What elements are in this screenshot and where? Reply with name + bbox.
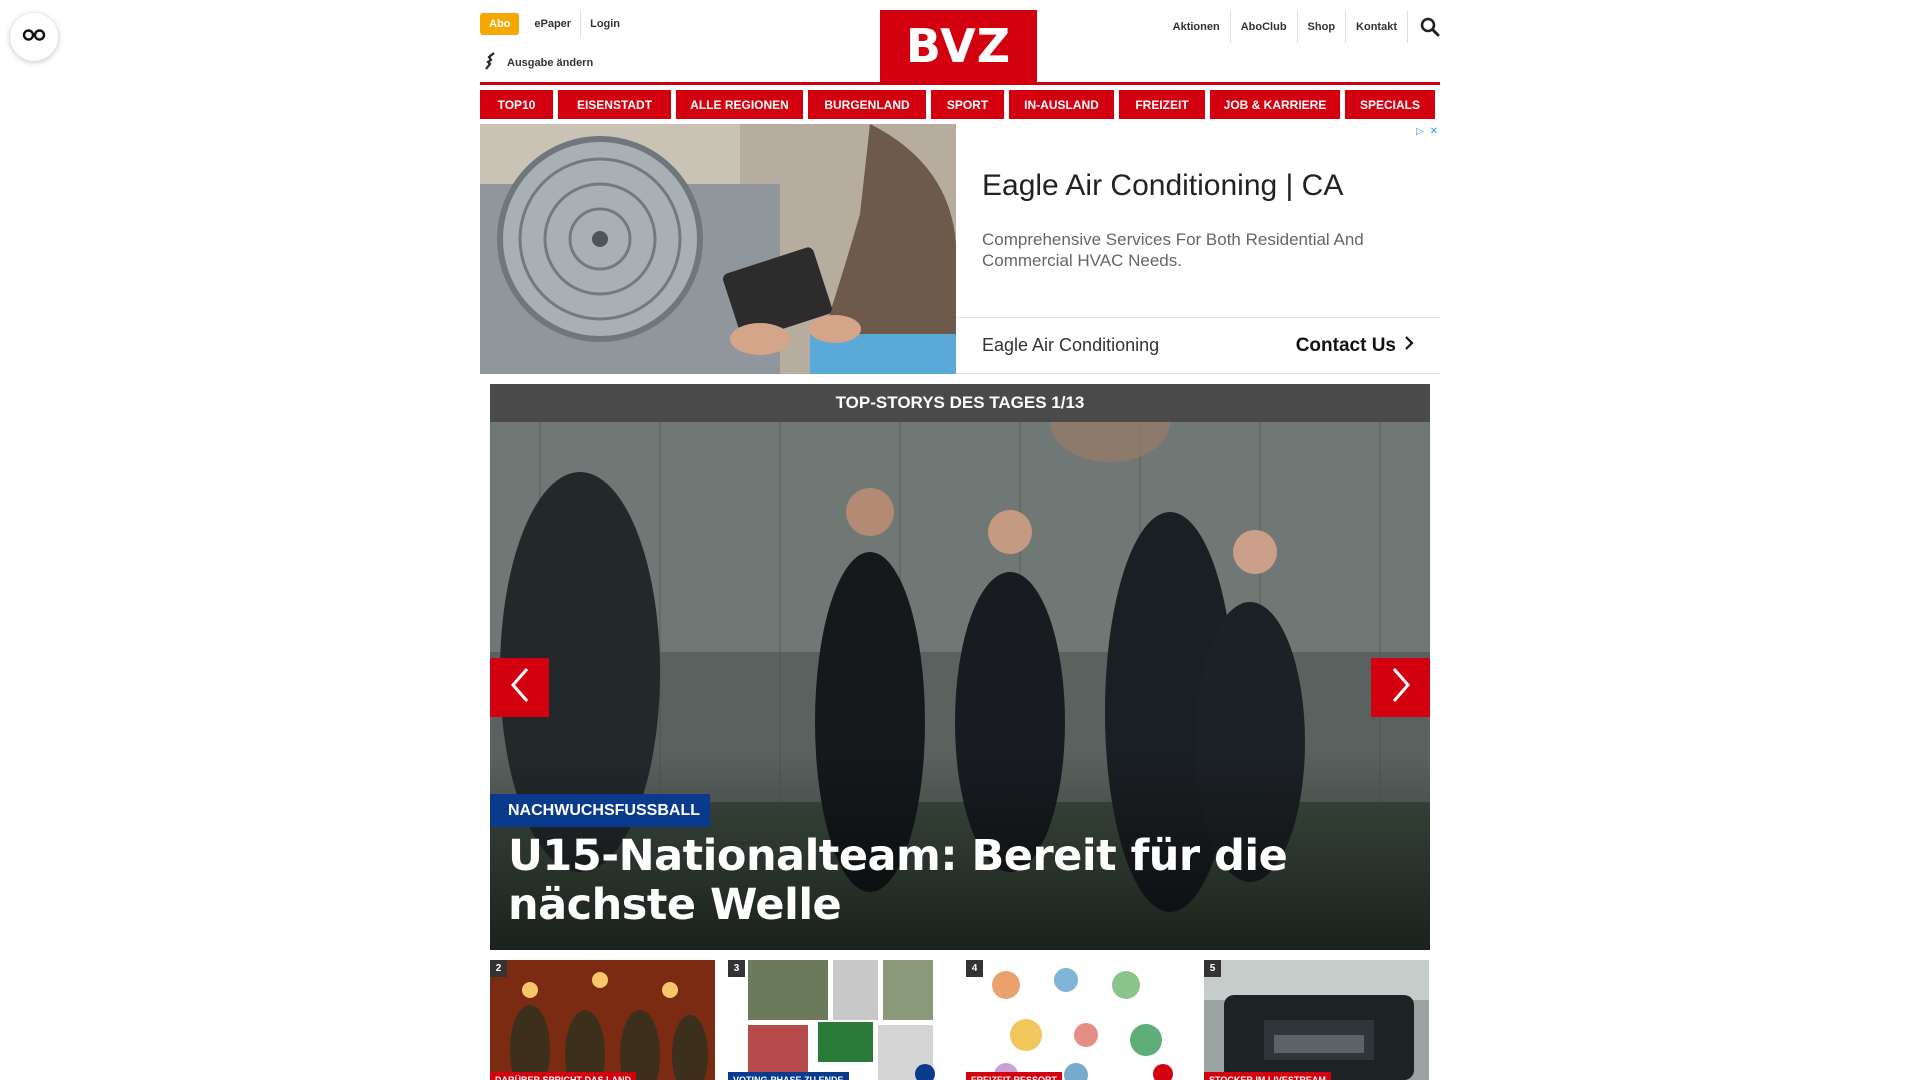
ad-choices[interactable]: ▷ ✕ [1414, 124, 1440, 138]
ad-image [480, 124, 956, 374]
top-stories: TOP-STORYS DES TAGES 1/13 NACHWUCHSFUSSB… [490, 384, 1430, 1080]
ad-info-icon[interactable]: ▷ [1414, 124, 1426, 138]
thumb-number: 4 [966, 960, 983, 977]
ad-banner[interactable]: ▷ ✕ Eagle Air Conditioning | CA Comprehe… [480, 124, 1440, 374]
site-logo[interactable]: BVZ [880, 10, 1037, 82]
nav-top10[interactable]: TOP10 [480, 90, 553, 119]
nav-burgenland[interactable]: BURGENLAND [808, 90, 926, 119]
edition-switch[interactable]: Ausgabe ändern [485, 52, 593, 73]
nav-eisenstadt[interactable]: EISENSTADT [558, 90, 671, 119]
thumb-image [1204, 960, 1429, 1080]
page-container: Abo ePaper Login Ausgabe ändern BVZ Akti… [480, 0, 1440, 1080]
story-thumb-3[interactable]: 3 VOTING-PHASE ZU ENDE [728, 960, 953, 1080]
thumb-label: VOTING-PHASE ZU ENDE [728, 1072, 849, 1080]
chevron-right-icon [1404, 335, 1414, 357]
nav-freizeit[interactable]: FREIZEIT [1119, 90, 1205, 119]
nav-in-ausland[interactable]: IN-AUSLAND [1009, 90, 1114, 119]
nav-specials[interactable]: SPECIALS [1345, 90, 1435, 119]
next-story-button[interactable] [1371, 658, 1430, 717]
ad-cta-label: Contact Us [1295, 334, 1396, 356]
top-left-links: Abo ePaper Login [480, 11, 629, 37]
thumb-image [490, 960, 715, 1080]
thumb-number: 3 [728, 960, 745, 977]
thumb-number: 5 [1204, 960, 1221, 977]
thumb-label: DARÜBER SPRICHT DAS LAND [490, 1072, 637, 1080]
thumb-image [966, 960, 1191, 1080]
login-link[interactable]: Login [581, 11, 629, 37]
accessibility-button[interactable] [10, 13, 58, 61]
hero-story[interactable]: NACHWUCHSFUSSBALL U15-Nationalteam: Bere… [490, 422, 1430, 950]
nav-alle-regionen[interactable]: ALLE REGIONEN [676, 90, 803, 119]
thumb-number: 2 [490, 960, 507, 977]
aboclub-link[interactable]: AboClub [1231, 11, 1298, 43]
site-header: Abo ePaper Login Ausgabe ändern BVZ Akti… [480, 0, 1440, 85]
kontakt-link[interactable]: Kontakt [1346, 11, 1408, 43]
abo-button[interactable]: Abo [480, 13, 520, 35]
ad-description: Comprehensive Services For Both Resident… [982, 230, 1364, 270]
thumb-image [728, 960, 953, 1080]
thumb-label: FREIZEIT-RESSORT [966, 1072, 1063, 1080]
story-thumb-5[interactable]: 5 STOCKER IM LIVESTREAM [1204, 960, 1429, 1080]
ad-advertiser: Eagle Air Conditioning [982, 335, 1160, 355]
hero-category[interactable]: NACHWUCHSFUSSBALL [490, 794, 710, 827]
hero-title[interactable]: U15-Nationalteam: Bereit für die nächste… [508, 832, 1408, 930]
story-thumb-4[interactable]: 4 FREIZEIT-RESSORT [966, 960, 1191, 1080]
glasses-icon [22, 28, 46, 47]
nav-sport[interactable]: SPORT [931, 90, 1004, 119]
ad-close-icon[interactable]: ✕ [1428, 124, 1440, 138]
aktionen-link[interactable]: Aktionen [1163, 11, 1231, 43]
header-divider [480, 82, 1440, 85]
top-right-links: Aktionen AboClub Shop Kontakt [1163, 11, 1440, 43]
story-thumbnails: 2 DARÜBER SPRICHT DAS LAND 3 VOTING-PHAS… [490, 960, 1430, 1080]
prev-story-button[interactable] [490, 658, 549, 717]
search-icon[interactable] [1408, 17, 1440, 37]
thumb-label: STOCKER IM LIVESTREAM [1204, 1072, 1331, 1080]
ad-text-area: ▷ ✕ Eagle Air Conditioning | CA Comprehe… [956, 124, 1440, 373]
ad-title[interactable]: Eagle Air Conditioning | CA [982, 169, 1343, 203]
ad-cta-button[interactable]: Contact Us [1296, 335, 1414, 357]
main-nav: TOP10 EISENSTADT ALLE REGIONEN BURGENLAN… [480, 90, 1440, 119]
camera-icon [915, 1064, 935, 1080]
camera-icon [1153, 1064, 1173, 1080]
nav-job-karriere[interactable]: JOB & KARRIERE [1210, 90, 1340, 119]
chevron-left-icon [510, 667, 530, 708]
epaper-link[interactable]: ePaper [525, 11, 582, 37]
top-stories-heading: TOP-STORYS DES TAGES 1/13 [490, 384, 1430, 422]
ad-footer: Eagle Air Conditioning Contact Us [956, 317, 1440, 373]
edition-label: Ausgabe ändern [507, 56, 594, 69]
shop-link[interactable]: Shop [1298, 11, 1347, 43]
chevron-right-icon [1391, 667, 1411, 708]
story-thumb-2[interactable]: 2 DARÜBER SPRICHT DAS LAND [490, 960, 715, 1080]
edition-icon [485, 52, 497, 73]
